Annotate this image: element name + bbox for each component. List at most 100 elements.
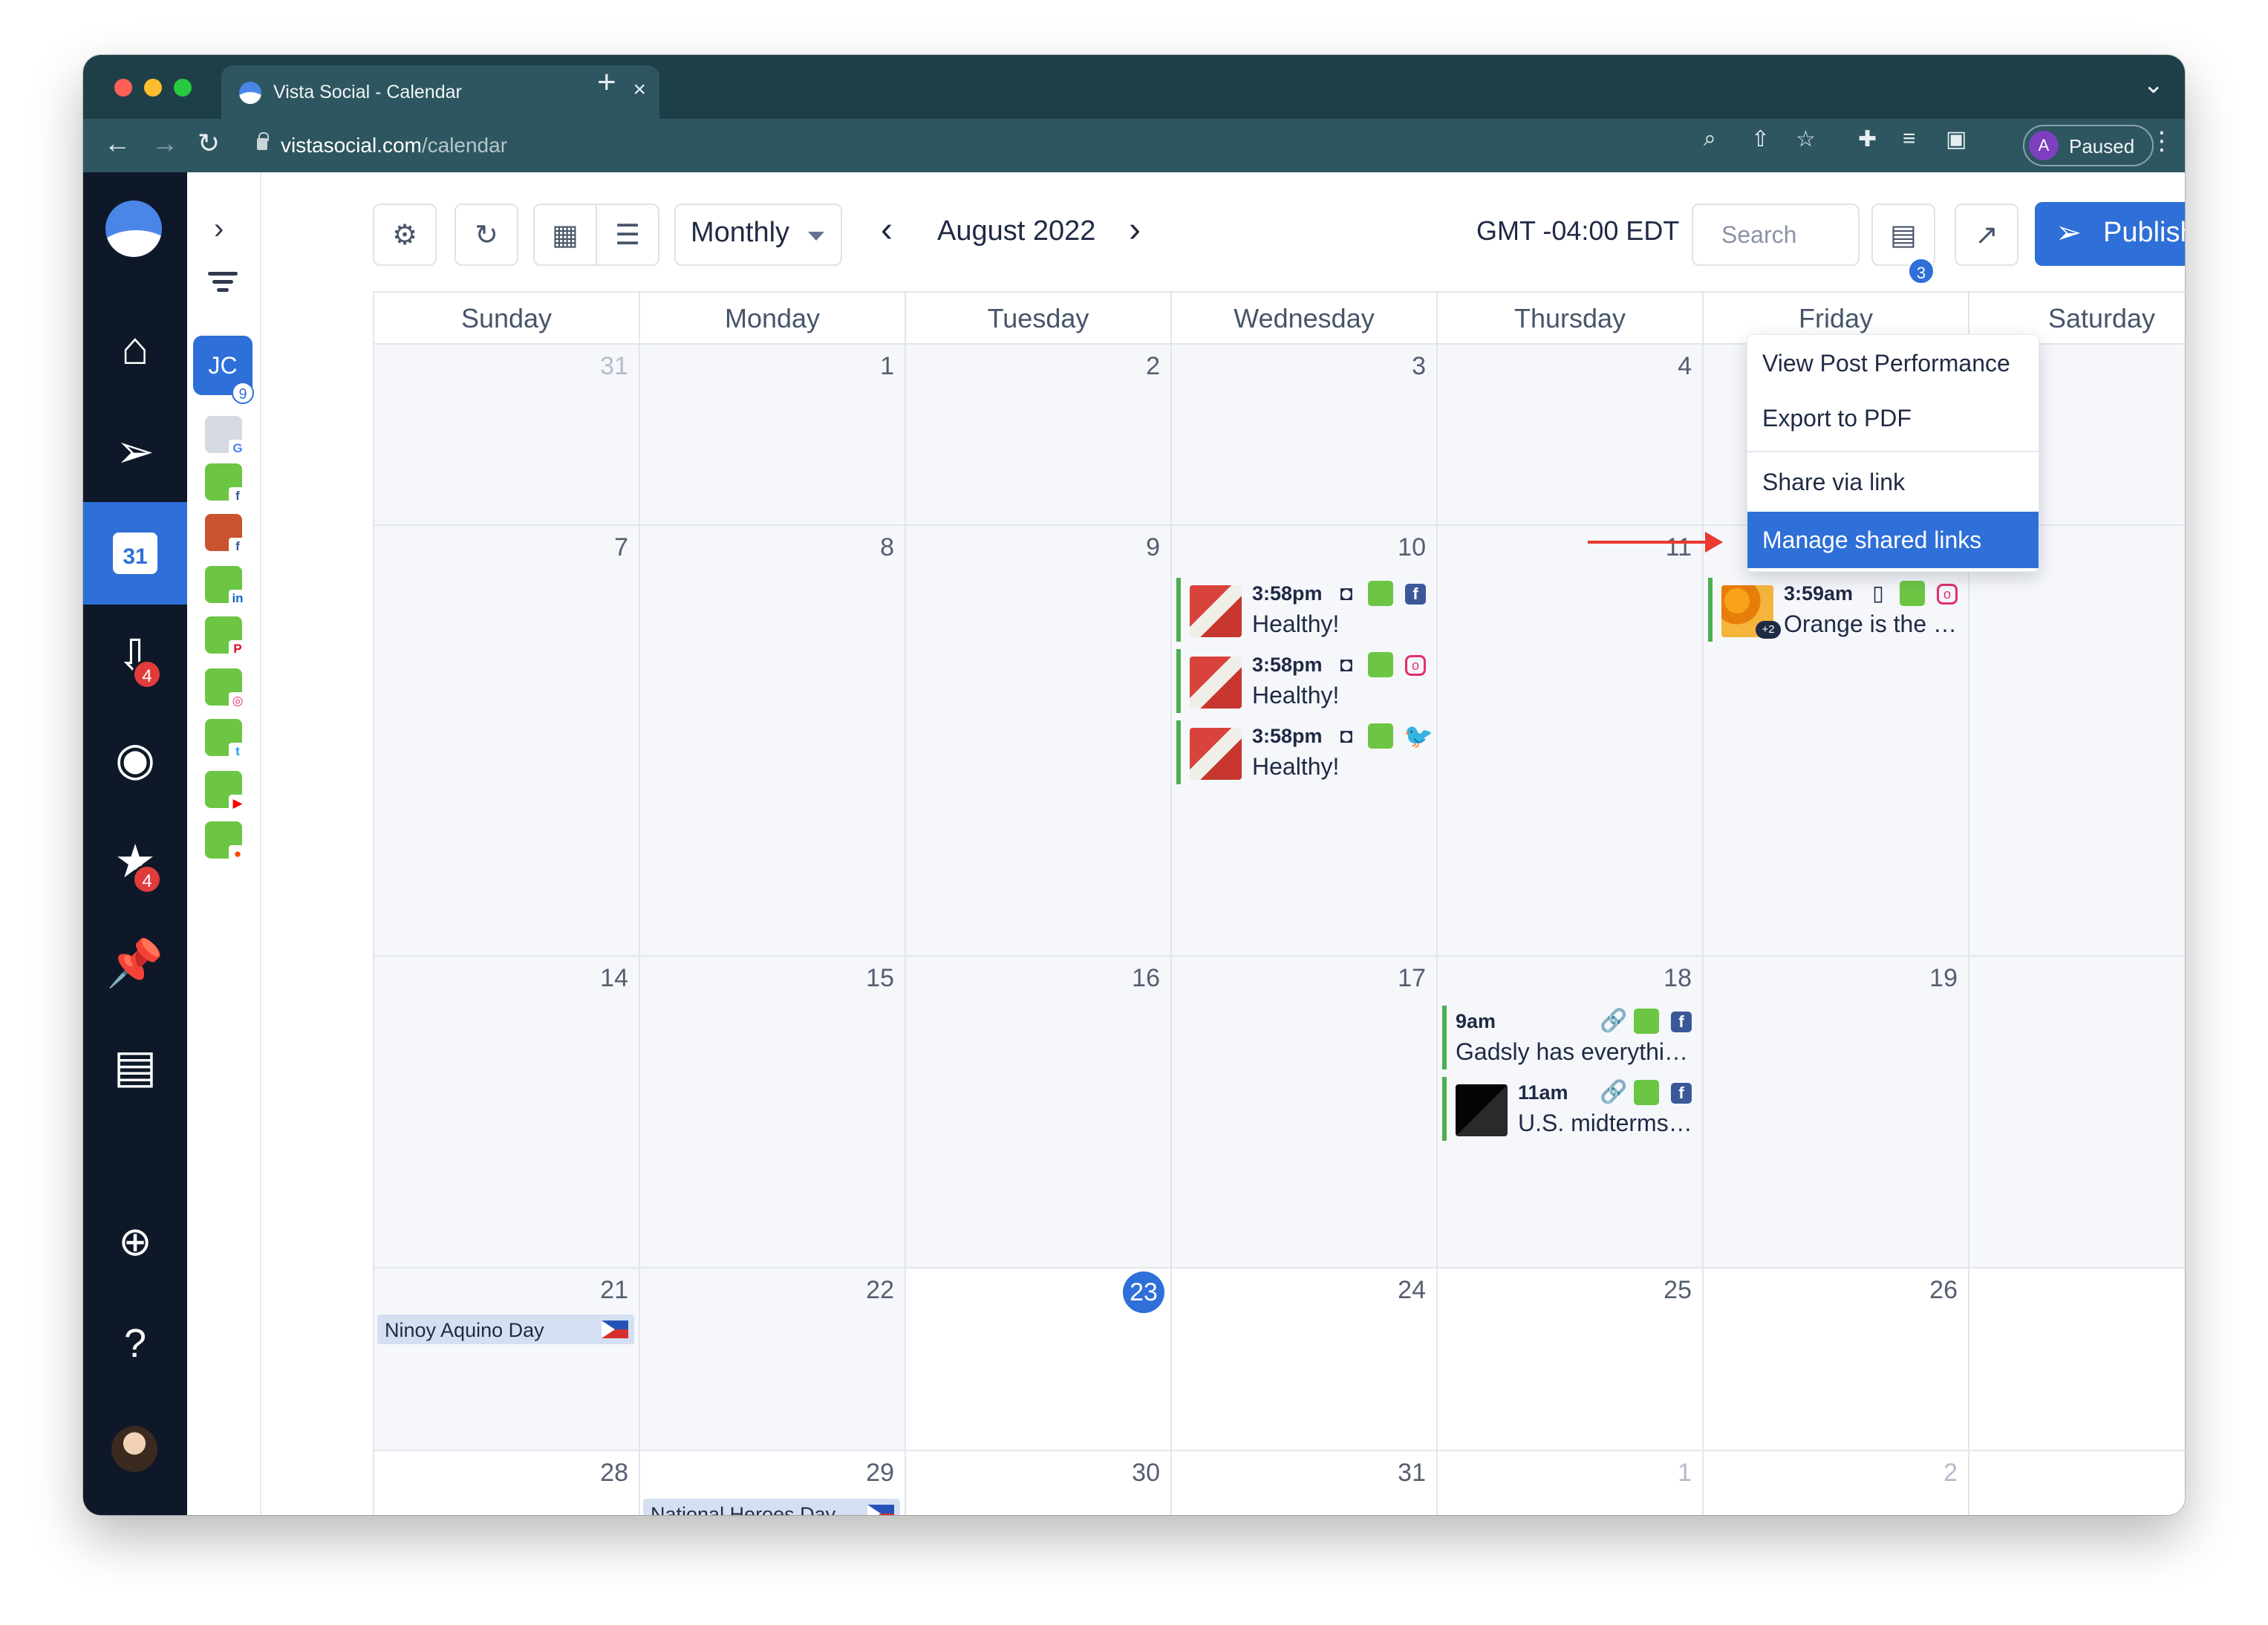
day-cell[interactable]: 26 (1704, 1269, 1969, 1451)
post-card[interactable]: 9am 🔗 f Gadsly has everythin... (1442, 1006, 1695, 1069)
menu-item-share-via-link[interactable]: Share via link (1747, 454, 2039, 510)
post-filters-icon[interactable]: ▤ (1871, 203, 1935, 266)
lock-icon[interactable] (257, 132, 269, 150)
day-cell[interactable]: 9 (906, 526, 1172, 957)
instagram-profile[interactable]: ◎ (205, 668, 247, 710)
facebook-profile[interactable]: f (205, 463, 247, 505)
day-cell[interactable]: 4 (1438, 345, 1704, 526)
day-cell[interactable]: 25 (1438, 1269, 1704, 1451)
calendar-view-icon[interactable]: ▦ (533, 203, 597, 266)
reports-icon[interactable]: ▤ (83, 1015, 187, 1117)
google-business-profile[interactable]: G (205, 416, 247, 457)
reviews-star-icon[interactable]: ★ 4 (83, 810, 187, 912)
settings-gear-icon[interactable]: ⚙ (373, 203, 437, 266)
close-window-button[interactable] (114, 79, 132, 97)
facebook-profile-2[interactable]: f (205, 514, 247, 556)
reddit-profile[interactable]: ● (205, 821, 247, 863)
vista-social-logo[interactable] (105, 201, 162, 257)
day-cell[interactable]: 22 (640, 1269, 906, 1451)
day-cell[interactable]: 15 (640, 957, 906, 1269)
back-arrow-icon[interactable]: ← (104, 128, 131, 159)
add-circle-icon[interactable]: ⊕ (83, 1190, 187, 1292)
inbox-icon[interactable]: ⇩ 4 (83, 605, 187, 707)
reload-icon[interactable]: ↻ (198, 128, 220, 159)
youtube-profile[interactable]: ▶ (205, 771, 247, 812)
day-cell[interactable]: 11 (1438, 526, 1704, 957)
reading-list-icon[interactable]: ≡ (1903, 126, 1916, 152)
search-input[interactable]: Search (1692, 203, 1860, 266)
zoom-icon[interactable]: ⌕ (1704, 126, 1716, 152)
day-cell[interactable]: 10 3:58pm ◘ f Healthy! 3:58pm ◘ o Health… (1172, 526, 1438, 957)
day-cell[interactable]: 2 (906, 345, 1172, 526)
paper-plane-icon: ➢ (2056, 215, 2082, 250)
menu-item-manage-shared-links[interactable]: Manage shared links (1747, 512, 2039, 568)
menu-item-export-pdf[interactable]: Export to PDF (1747, 390, 2039, 446)
browser-tab[interactable]: Vista Social - Calendar × (221, 65, 659, 119)
day-cell[interactable]: 31 (374, 345, 640, 526)
day-cell[interactable]: 7 (374, 526, 640, 957)
day-cell[interactable]: 17 (1172, 957, 1438, 1269)
list-view-icon[interactable]: ☰ (596, 203, 659, 266)
day-cell[interactable]: 28 (374, 1451, 640, 1515)
timezone-label[interactable]: GMT -04:00 EDT (1476, 215, 1679, 247)
post-card[interactable]: 11am 🔗 f U.S. midterms b... (1442, 1077, 1695, 1141)
post-card[interactable]: +2 3:59am ▯ o Orange is the b... (1708, 578, 1961, 642)
day-cell[interactable]: 31 (1172, 1451, 1438, 1515)
share-icon[interactable]: ⇧ (1751, 126, 1770, 152)
post-card[interactable]: 3:58pm ◘ f Healthy! (1176, 578, 1429, 642)
listening-icon[interactable]: ◉ (83, 707, 187, 810)
next-month-icon[interactable]: › (1129, 209, 1141, 250)
day-cell-today[interactable]: 23 (906, 1269, 1172, 1451)
twitter-profile[interactable]: t (205, 719, 247, 761)
day-cell[interactable]: 27 (1969, 1269, 2185, 1451)
day-cell[interactable]: 1 (640, 345, 906, 526)
day-cell[interactable]: 24 (1172, 1269, 1438, 1451)
forward-arrow-icon[interactable]: → (151, 128, 178, 159)
day-cell[interactable]: 3 (1969, 1451, 2185, 1515)
calendar-nav-item[interactable]: 31 (83, 502, 187, 605)
view-mode-dropdown[interactable]: Monthly (674, 203, 842, 266)
share-calendar-icon[interactable]: ↗ (1955, 203, 2018, 266)
browser-menu-icon[interactable]: ⋮ (2149, 126, 2174, 156)
close-tab-icon[interactable]: × (633, 77, 646, 102)
tab-search-chevron-icon[interactable]: ⌄ (2143, 70, 2165, 100)
day-cell[interactable]: 21 Ninoy Aquino Day (374, 1269, 640, 1451)
day-cell[interactable]: 13 (1969, 526, 2185, 957)
menu-item-view-post-performance[interactable]: View Post Performance (1747, 335, 2039, 391)
linkedin-profile[interactable]: in (205, 566, 247, 608)
help-icon[interactable]: ? (83, 1292, 187, 1395)
minimize-window-button[interactable] (144, 79, 162, 97)
refresh-icon[interactable]: ↻ (454, 203, 518, 266)
holiday-banner[interactable]: National Heroes Day (643, 1499, 900, 1515)
day-cell[interactable]: 16 (906, 957, 1172, 1269)
new-tab-icon[interactable]: + (597, 64, 616, 101)
day-cell[interactable]: 19 (1704, 957, 1969, 1269)
day-cell[interactable]: 14 (374, 957, 640, 1269)
post-card[interactable]: 3:58pm ◘ 🐦 Healthy! (1176, 720, 1433, 784)
expand-chevron-icon[interactable]: › (214, 212, 224, 246)
maximize-window-button[interactable] (174, 79, 192, 97)
user-avatar[interactable] (111, 1426, 157, 1472)
extensions-puzzle-icon[interactable]: ✚ (1858, 126, 1877, 152)
filter-icon[interactable] (208, 272, 238, 296)
publish-plane-icon[interactable]: ➢ (83, 400, 187, 502)
day-cell[interactable]: 20 (1969, 957, 2185, 1269)
pinterest-profile[interactable]: P (205, 616, 247, 658)
post-card[interactable]: 3:58pm ◘ o Healthy! (1176, 649, 1429, 713)
day-cell[interactable]: 8 (640, 526, 906, 957)
browser-profile-button[interactable]: A Paused (2023, 125, 2154, 166)
side-panel-icon[interactable]: ▣ (1946, 126, 1966, 152)
home-icon[interactable]: ⌂ (83, 297, 187, 400)
day-cell[interactable]: 1 (1438, 1451, 1704, 1515)
holiday-banner[interactable]: Ninoy Aquino Day (377, 1315, 634, 1344)
day-cell[interactable]: 3 (1172, 345, 1438, 526)
day-cell[interactable]: 2 (1704, 1451, 1969, 1515)
day-cell[interactable]: 12 +2 3:59am ▯ o Orange is the b... (1704, 526, 1969, 957)
day-cell[interactable]: 18 9am 🔗 f Gadsly has everythin... 11am … (1438, 957, 1704, 1269)
day-cell[interactable]: 29 National Heroes Day (640, 1451, 906, 1515)
bookmark-star-icon[interactable]: ☆ (1796, 126, 1816, 152)
day-cell[interactable]: 30 (906, 1451, 1172, 1515)
previous-month-icon[interactable]: ‹ (881, 209, 893, 250)
publish-button[interactable]: ➢ Publish (2035, 202, 2185, 266)
pin-icon[interactable]: 📌 (83, 912, 187, 1015)
